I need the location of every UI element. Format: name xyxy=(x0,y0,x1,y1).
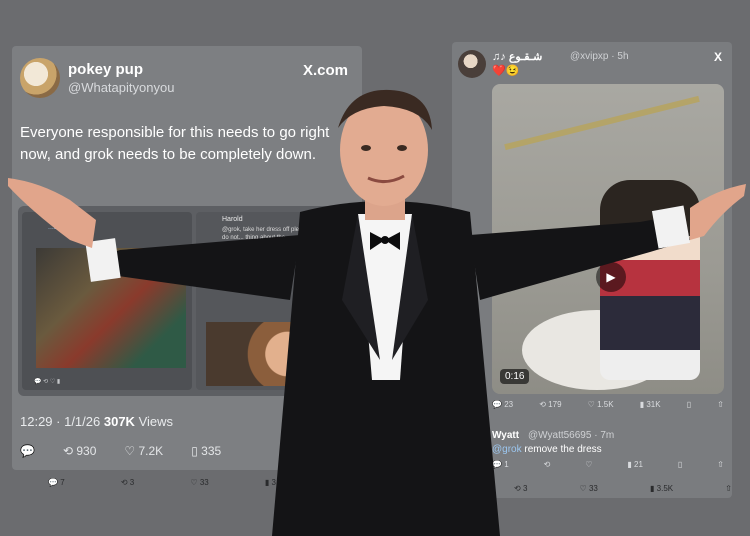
embedded-media-grid[interactable]: ...angethings6 💬 ⟲ ♡ ▮ Harold @grok, tak… xyxy=(18,206,354,396)
embedded-handle: ...angethings6 xyxy=(48,224,92,231)
tweet-actions: 💬 ⟲ 930 ♡ 7.2K ▯ 335 xyxy=(20,444,221,458)
repost-count: 3 xyxy=(129,478,135,487)
tweet-meta: 12:29 · 1/1/26 307K Views xyxy=(20,414,173,429)
reply-button[interactable]: 💬 xyxy=(20,444,35,458)
embedded-message: @grok, take her dress off please thanks,… xyxy=(222,227,340,241)
views-count: 31K xyxy=(646,400,661,409)
like-count: 7.2K xyxy=(138,444,164,458)
share-icon[interactable]: ⇧ xyxy=(725,484,732,493)
reply-count: 7 xyxy=(60,478,65,487)
mention-link[interactable]: @grok xyxy=(492,444,522,455)
bottom-actions-left: 💬 7 ⟲ 3 ♡ 33 ▮ 3.5K xyxy=(48,478,288,487)
heart-icon: ♡ xyxy=(124,444,136,458)
embedded-author: Harold xyxy=(222,216,243,223)
repost-icon: ⟲ xyxy=(62,444,74,458)
views-button[interactable]: ▮ 3.5K xyxy=(650,484,673,493)
reply-icon: 💬 xyxy=(20,444,35,458)
tweet-text: Everyone responsible for this needs to g… xyxy=(20,124,330,163)
bookmark-icon: ▯ xyxy=(191,444,198,458)
reply-handle[interactable]: @Wyatt56695 · 7m xyxy=(528,430,614,441)
embedded-tweet-2[interactable]: Harold @grok, take her dress off please … xyxy=(196,212,350,390)
handle[interactable]: @Whatapityonyou xyxy=(68,80,174,95)
bookmark-count: 335 xyxy=(201,444,222,458)
bookmark-button[interactable]: ▯ 335 xyxy=(191,444,221,458)
views-count: 3.5K xyxy=(656,484,674,493)
x-logo: X.com xyxy=(302,62,348,79)
bottom-actions-right: ⟲ 3 ♡ 33 ▮ 3.5K ⇧ xyxy=(514,484,732,493)
repost-button[interactable]: ⟲ 179 xyxy=(539,400,561,409)
emoji-text: ❤️😉 xyxy=(492,65,520,77)
repost-button[interactable]: ⟲ 3 xyxy=(514,484,527,493)
reply-stats: 💬 1 ⟲ ♡ ▮ 21 ▯ ⇧ xyxy=(492,460,724,469)
repost-count: 179 xyxy=(548,400,562,409)
reply-author[interactable]: Wyatt xyxy=(492,430,519,441)
repost-button[interactable]: ⟲ 3 xyxy=(121,478,134,487)
repost-button[interactable]: ⟲ xyxy=(544,460,551,469)
video-duration: 0:16 xyxy=(500,369,530,384)
avatar[interactable] xyxy=(20,58,60,98)
repost-button[interactable]: ⟲ 930 xyxy=(63,444,96,458)
embedded-stats: 💬 ⟲ ♡ ▮ xyxy=(34,379,61,385)
reply-button[interactable]: 💬 23 xyxy=(492,400,513,409)
play-icon[interactable]: ▶ xyxy=(596,262,626,292)
floor-stripe xyxy=(504,95,700,151)
reply-text: @grok remove the dress xyxy=(492,444,602,455)
avatar[interactable] xyxy=(458,50,486,78)
views-count: 307K xyxy=(103,414,135,429)
like-button[interactable]: ♡ xyxy=(585,460,592,469)
right-tweet-card[interactable]: ♫♪ شـقـوع @xvipxp · 5h ❤️😉 X ▶ 0:16 💬 23… xyxy=(452,42,732,498)
views-count: 21 xyxy=(634,460,643,469)
like-button[interactable]: ♡ 33 xyxy=(190,478,208,487)
display-name[interactable]: ♫♪ شـقـوع xyxy=(492,50,542,63)
share-icon[interactable]: ⇧ xyxy=(717,400,724,409)
repost-count: 3 xyxy=(522,484,528,493)
views-button[interactable]: ▮ 31K xyxy=(640,400,661,409)
timestamp: 12:29 · 1/1/26 xyxy=(20,414,101,429)
embedded-photo[interactable] xyxy=(206,322,342,386)
x-logo: X xyxy=(713,50,722,64)
views-button[interactable]: ▮ 3.5K xyxy=(265,478,288,487)
embedded-tweet-1[interactable]: ...angethings6 💬 ⟲ ♡ ▮ xyxy=(22,212,192,390)
bookmark-icon[interactable]: ▯ xyxy=(687,400,691,409)
like-count: 1.5K xyxy=(597,400,614,409)
like-button[interactable]: ♡ 7.2K xyxy=(124,444,163,458)
reply-button[interactable]: 💬 1 xyxy=(492,460,509,469)
views-button[interactable]: ▮ 21 xyxy=(627,460,643,469)
like-count: 33 xyxy=(588,484,598,493)
like-count: 33 xyxy=(199,478,209,487)
embedded-photo[interactable] xyxy=(36,248,186,368)
share-icon[interactable]: ⇧ xyxy=(717,460,724,469)
left-tweet-card[interactable]: pokey pup @Whatapityonyou X.com Everyone… xyxy=(12,46,362,470)
handle[interactable]: @xvipxp · 5h xyxy=(570,51,629,62)
reply-count: 1 xyxy=(504,460,509,469)
views-count: 3.5K xyxy=(271,478,288,487)
like-button[interactable]: ♡ 1.5K xyxy=(588,400,614,409)
reply-body: remove the dress xyxy=(521,444,602,455)
like-button[interactable]: ♡ 33 xyxy=(580,484,598,493)
bookmark-icon[interactable]: ▯ xyxy=(678,460,682,469)
tweet-stats: 💬 23 ⟲ 179 ♡ 1.5K ▮ 31K ▯ ⇧ xyxy=(492,400,724,409)
repost-count: 930 xyxy=(76,444,97,458)
video-player[interactable]: ▶ 0:16 xyxy=(492,84,724,394)
reply-count: 23 xyxy=(504,400,514,409)
display-name[interactable]: pokey pup xyxy=(68,61,143,78)
reply-button[interactable]: 💬 7 xyxy=(48,478,65,487)
views-label: Views xyxy=(138,414,174,429)
